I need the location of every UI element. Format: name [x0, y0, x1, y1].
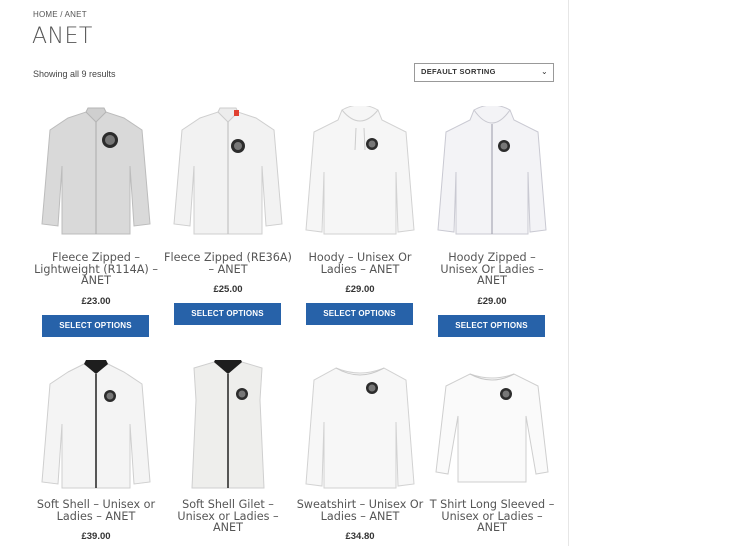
product-price: £34.80 [345, 531, 375, 542]
product-title[interactable]: T Shirt Long Sleeved – Unisex or Ladies … [428, 499, 556, 534]
select-options-button[interactable]: SELECT OPTIONS [42, 315, 149, 337]
product-price: £39.00 [81, 531, 111, 542]
product-title[interactable]: Fleece Zipped – Lightweight (R114A) – AN… [32, 252, 160, 287]
breadcrumb-current: ANET [64, 10, 87, 19]
breadcrumb-separator: / [57, 10, 65, 19]
product-title[interactable]: Sweatshirt – Unisex Or Ladies – ANET [296, 499, 424, 523]
breadcrumb-home-link[interactable]: HOME [33, 10, 58, 19]
sorting-select[interactable]: DEFAULT SORTING ⌄ [414, 63, 554, 82]
product-price: £29.00 [477, 296, 507, 307]
longsleeve-icon[interactable] [434, 360, 550, 494]
sorting-selected-value: DEFAULT SORTING [421, 67, 496, 76]
fleece-zip-icon[interactable] [170, 106, 286, 240]
product-title[interactable]: Hoody Zipped – Unisex Or Ladies – ANET [428, 252, 556, 287]
softshell-icon[interactable] [38, 360, 154, 494]
product-title[interactable]: Hoody – Unisex Or Ladies – ANET [296, 252, 424, 276]
gilet-icon[interactable] [170, 360, 286, 494]
select-options-button[interactable]: SELECT OPTIONS [438, 315, 545, 337]
select-options-button[interactable]: SELECT OPTIONS [306, 303, 413, 325]
page: HOME / ANET ANET Showing all 9 results D… [0, 0, 748, 546]
product-price: £23.00 [81, 296, 111, 307]
product-price: £29.00 [345, 284, 375, 295]
hoody-zip-icon[interactable] [434, 106, 550, 240]
chevron-down-icon: ⌄ [540, 67, 548, 76]
breadcrumb: HOME / ANET [33, 10, 87, 19]
hoody-icon[interactable] [302, 106, 418, 240]
product-title[interactable]: Fleece Zipped (RE36A) – ANET [164, 252, 292, 276]
fleece-zip-light-icon[interactable] [38, 106, 154, 240]
result-count: Showing all 9 results [33, 69, 116, 79]
product-price: £25.00 [213, 284, 243, 295]
sidebar-divider [568, 0, 569, 546]
sweatshirt-icon[interactable] [302, 360, 418, 494]
page-title: ANET [32, 24, 93, 49]
product-title[interactable]: Soft Shell – Unisex or Ladies – ANET [32, 499, 160, 523]
select-options-button[interactable]: SELECT OPTIONS [174, 303, 281, 325]
product-title[interactable]: Soft Shell Gilet – Unisex or Ladies – AN… [164, 499, 292, 534]
